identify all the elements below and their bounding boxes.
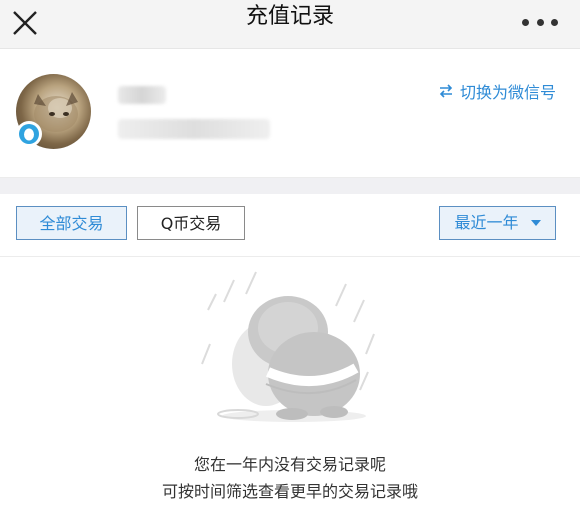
- filter-qcoin-transactions[interactable]: Q币交易: [137, 206, 245, 240]
- blurred-account-id: [118, 119, 270, 139]
- page-title: 充值记录: [245, 4, 334, 29]
- switch-account-link[interactable]: 切换为微信号: [438, 79, 556, 103]
- time-range-label: 最近一年: [454, 213, 519, 232]
- empty-state-illustration: [201, 271, 375, 422]
- empty-hint: 可按时间筛选查看更早的交易记录哦: [161, 482, 418, 501]
- qq-badge: [16, 121, 42, 147]
- filter-all-transactions[interactable]: 全部交易: [16, 206, 127, 240]
- qq-penguin-icon: [19, 124, 39, 144]
- blurred-username: [118, 86, 166, 104]
- swap-arrows-icon: [439, 84, 453, 98]
- profile-card: 切换为微信号: [0, 49, 580, 177]
- more-dots-icon: [522, 18, 529, 26]
- empty-message: 您在一年内没有交易记录呢: [193, 455, 386, 474]
- more-dots-icon: [536, 18, 544, 26]
- close-icon: [13, 11, 37, 35]
- caret-down-icon: [530, 220, 541, 226]
- more-dots-icon: [551, 18, 558, 26]
- more-button[interactable]: [522, 8, 558, 36]
- switch-account-label: 切换为微信号: [459, 83, 556, 102]
- time-range-dropdown[interactable]: 最近一年: [439, 206, 556, 240]
- top-bar: 充值记录: [0, 0, 580, 49]
- close-button[interactable]: [8, 6, 42, 40]
- section-divider: [0, 177, 580, 195]
- filter-bar: 全部交易 Q币交易 最近一年: [0, 194, 580, 257]
